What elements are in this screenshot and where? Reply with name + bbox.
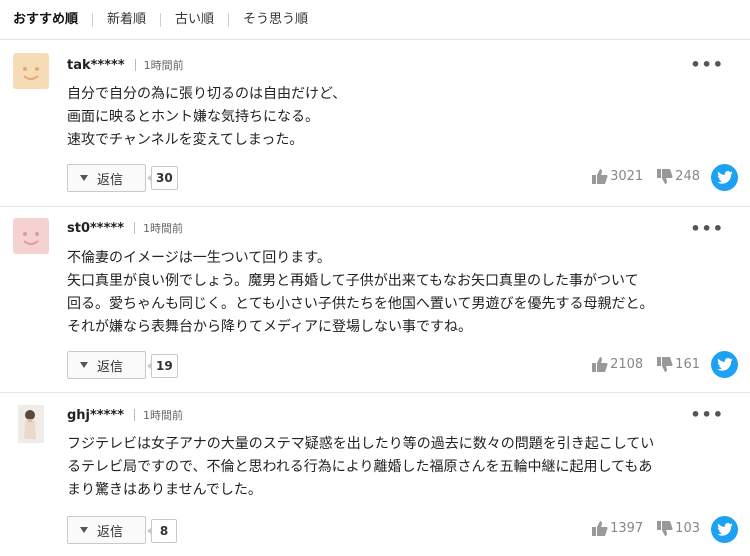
- vote-group: 1397 103: [592, 521, 700, 536]
- like-button[interactable]: 1397: [592, 521, 643, 536]
- divider: [134, 59, 136, 71]
- tab-recommended[interactable]: おすすめ順: [13, 12, 92, 27]
- twitter-icon: [716, 523, 733, 536]
- reply-button[interactable]: 返信: [67, 164, 146, 192]
- reply-button[interactable]: 返信: [67, 351, 146, 379]
- thumbs-down-icon: [657, 169, 673, 184]
- reply-label: 返信: [97, 172, 124, 188]
- comment-text: フジテレビは女子アナの大量のステマ疑惑を出したり等の過去に数々の問題を引き起こし…: [67, 436, 655, 498]
- dislike-button[interactable]: 103: [657, 521, 700, 536]
- user-photo-icon: [18, 405, 44, 443]
- comment-item: ghj***** 1時間前 ••• フジテレビは女子アナの大量のステマ疑惑を出し…: [0, 393, 750, 556]
- vote-group: 3021 248: [592, 169, 700, 184]
- reply-count: 19: [147, 354, 178, 378]
- avatar: [13, 218, 49, 254]
- divider: [134, 222, 135, 234]
- username[interactable]: ghj*****: [67, 408, 124, 423]
- twitter-icon: [716, 358, 733, 371]
- reply-label: 返信: [97, 524, 124, 540]
- twitter-share-button[interactable]: [711, 516, 738, 543]
- comment-item: st0***** 1時間前 ••• 不倫妻のイメージは一生ついて回ります。 矢口…: [0, 207, 750, 393]
- thumbs-down-icon: [657, 357, 673, 372]
- thumbs-down-icon: [657, 521, 673, 536]
- comment-text: 自分で自分の為に張り切るのは自由だけど、 画面に映るとホント嫌な気持ちになる。 …: [67, 86, 347, 148]
- comment-meta: st0***** 1時間前: [67, 220, 183, 236]
- comment-meta: ghj***** 1時間前: [67, 407, 183, 423]
- twitter-share-button[interactable]: [711, 164, 738, 191]
- username[interactable]: st0*****: [67, 221, 124, 236]
- chevron-down-icon: [80, 527, 88, 533]
- tab-newest[interactable]: 新着順: [92, 12, 160, 27]
- smiley-icon: [23, 232, 39, 245]
- avatar: [18, 405, 44, 443]
- like-count: 1397: [610, 521, 644, 536]
- more-options-icon[interactable]: •••: [690, 219, 724, 238]
- smiley-icon: [23, 67, 39, 80]
- like-button[interactable]: 2108: [592, 357, 643, 372]
- vote-group: 2108 161: [592, 357, 700, 372]
- comment-item: tak***** 1時間前 ••• 自分で自分の為に張り切るのは自由だけど、 画…: [0, 41, 750, 207]
- reply-count: 8: [147, 519, 177, 543]
- sort-tabs: おすすめ順 新着順 古い順 そう思う順: [0, 0, 750, 40]
- dislike-button[interactable]: 161: [657, 357, 700, 372]
- comment-text: 不倫妻のイメージは一生ついて回ります。 矢口真里が良い例でしょう。魔男と再婚して…: [67, 250, 654, 335]
- like-button[interactable]: 3021: [592, 169, 643, 184]
- reply-button[interactable]: 返信: [67, 516, 146, 544]
- timestamp: 1時間前: [143, 222, 183, 235]
- twitter-icon: [716, 171, 733, 184]
- reply-label: 返信: [97, 359, 124, 375]
- dislike-count: 248: [675, 169, 700, 184]
- username[interactable]: tak*****: [67, 58, 125, 73]
- comment-meta: tak***** 1時間前: [67, 57, 184, 73]
- like-count: 3021: [610, 169, 644, 184]
- more-options-icon[interactable]: •••: [690, 55, 724, 74]
- tab-agree[interactable]: そう思う順: [228, 12, 322, 27]
- thumbs-up-icon: [592, 357, 608, 372]
- divider: [134, 409, 136, 421]
- thumbs-up-icon: [592, 169, 608, 184]
- dislike-button[interactable]: 248: [657, 169, 700, 184]
- dislike-count: 103: [675, 521, 700, 536]
- avatar: [13, 53, 49, 89]
- dislike-count: 161: [675, 357, 700, 372]
- tab-oldest[interactable]: 古い順: [160, 12, 228, 27]
- like-count: 2108: [610, 357, 644, 372]
- timestamp: 1時間前: [143, 409, 184, 422]
- timestamp: 1時間前: [143, 59, 184, 72]
- reply-count: 30: [147, 166, 178, 190]
- chevron-down-icon: [80, 175, 88, 181]
- thumbs-up-icon: [592, 521, 608, 536]
- twitter-share-button[interactable]: [711, 351, 738, 378]
- chevron-down-icon: [80, 362, 88, 368]
- more-options-icon[interactable]: •••: [690, 405, 724, 424]
